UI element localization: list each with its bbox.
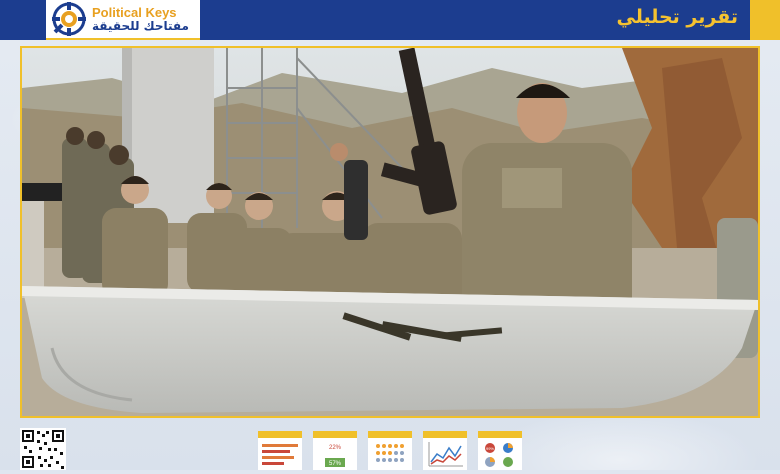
brand-logo[interactable]: Political Keys مفتاحك للحقيقة bbox=[46, 0, 200, 40]
site-header: Political Keys مفتاحك للحقيقة تقرير تحلي… bbox=[0, 0, 780, 40]
globe-key-icon bbox=[52, 2, 86, 36]
qr-code-icon[interactable] bbox=[20, 428, 66, 470]
thumb-percent-top: 22% bbox=[329, 445, 342, 451]
thumb-pie-label: 99% bbox=[486, 446, 494, 451]
line-infographic-icon[interactable] bbox=[423, 431, 467, 470]
dot-grid-infographic-icon[interactable] bbox=[368, 431, 412, 470]
brand-name-ar: مفتاحك للحقيقة bbox=[92, 18, 189, 33]
featured-photo bbox=[20, 46, 760, 418]
percent-infographic-icon[interactable]: 22% 57% bbox=[313, 431, 357, 470]
thumb-percent-bottom: 57% bbox=[329, 461, 342, 467]
bar-infographic-icon[interactable] bbox=[258, 431, 302, 470]
brand-name-en: Political Keys bbox=[92, 4, 177, 20]
pie-infographic-icon[interactable]: 99% bbox=[478, 431, 522, 470]
header-accent-bar bbox=[750, 0, 780, 40]
section-title: تقرير تحليلي bbox=[616, 6, 738, 28]
infographic-thumbnails: 22% 57% 99% bbox=[258, 431, 522, 470]
